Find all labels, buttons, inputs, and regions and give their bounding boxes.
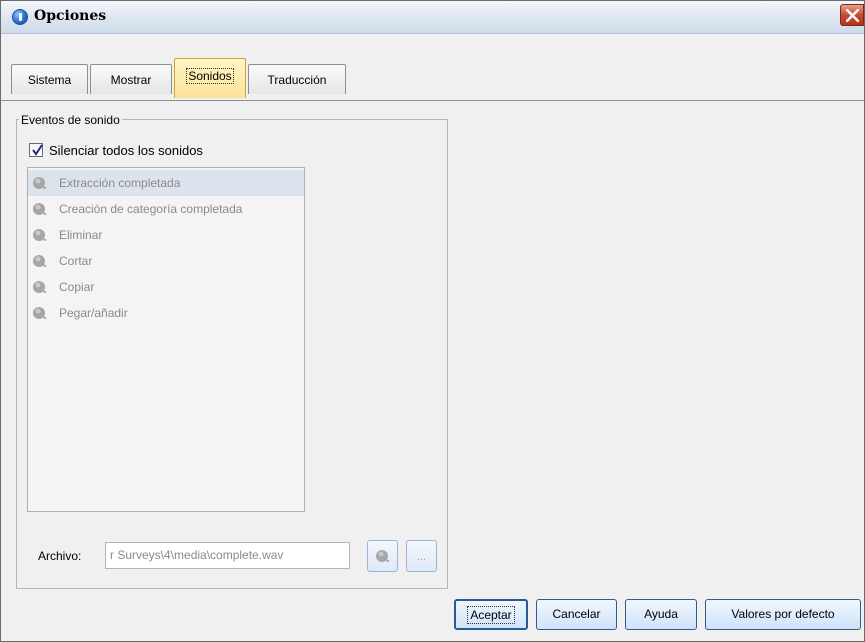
tab-label: Sistema (27, 73, 72, 87)
group-title: Eventos de sonido (19, 113, 122, 127)
defaults-button[interactable]: Valores por defecto (705, 599, 861, 630)
ok-button[interactable]: Aceptar (454, 599, 528, 630)
close-icon (846, 9, 859, 22)
window-title: Opciones (34, 8, 107, 24)
close-button[interactable] (840, 4, 864, 26)
help-button[interactable]: Ayuda (625, 599, 697, 630)
file-label: Archivo: (38, 549, 82, 563)
list-item[interactable]: Copiar (28, 274, 304, 300)
tab-sistema[interactable]: Sistema (11, 64, 88, 94)
speaker-icon (33, 281, 47, 293)
speaker-icon (376, 550, 390, 562)
list-item-label: Cortar (59, 254, 93, 268)
speaker-icon (33, 203, 47, 215)
speaker-icon (33, 307, 47, 319)
speaker-icon (33, 255, 47, 267)
list-item-label: Pegar/añadir (59, 306, 128, 320)
list-item[interactable]: Extracción completada (28, 170, 304, 196)
title-bar[interactable]: Opciones (1, 1, 864, 34)
list-item-label: Creación de categoría completada (59, 202, 243, 216)
play-sound-button[interactable] (367, 540, 398, 572)
speaker-icon (33, 229, 47, 241)
mute-all-checkbox[interactable] (29, 143, 43, 157)
list-item-label: Eliminar (59, 228, 103, 242)
sound-events-list[interactable]: Extracción completada Creación de catego… (27, 167, 305, 512)
tab-divider (1, 100, 864, 101)
cancel-button[interactable]: Cancelar (536, 599, 617, 630)
tab-label: Sonidos (186, 68, 234, 84)
ok-label: Aceptar (467, 606, 515, 624)
browse-button[interactable]: ... (406, 540, 437, 572)
defaults-label: Valores por defecto (731, 607, 835, 621)
tab-traduccion[interactable]: Traducción (248, 64, 346, 94)
list-item[interactable]: Creación de categoría completada (28, 196, 304, 222)
cancel-label: Cancelar (552, 607, 601, 621)
tab-label: Traducción (267, 73, 327, 87)
tab-sonidos[interactable]: Sonidos (174, 58, 246, 98)
speaker-icon (33, 177, 47, 189)
tab-mostrar[interactable]: Mostrar (90, 64, 172, 94)
app-icon (12, 9, 28, 25)
tab-strip: Sistema Mostrar Sonidos Traducción (11, 56, 854, 100)
checkmark-icon (32, 144, 43, 156)
list-item-label: Copiar (59, 280, 95, 294)
mute-all-label: Silenciar todos los sonidos (49, 143, 203, 158)
list-item[interactable]: Pegar/añadir (28, 300, 304, 326)
file-path-input[interactable]: r Surveys\4\media\complete.wav (105, 542, 350, 569)
browse-label: ... (416, 551, 427, 563)
options-dialog: Opciones Sistema Mostrar Sonidos Traducc… (0, 0, 865, 642)
help-label: Ayuda (644, 607, 678, 621)
list-item[interactable]: Eliminar (28, 222, 304, 248)
list-item-label: Extracción completada (59, 176, 181, 190)
list-item[interactable]: Cortar (28, 248, 304, 274)
tab-label: Mostrar (110, 73, 152, 87)
